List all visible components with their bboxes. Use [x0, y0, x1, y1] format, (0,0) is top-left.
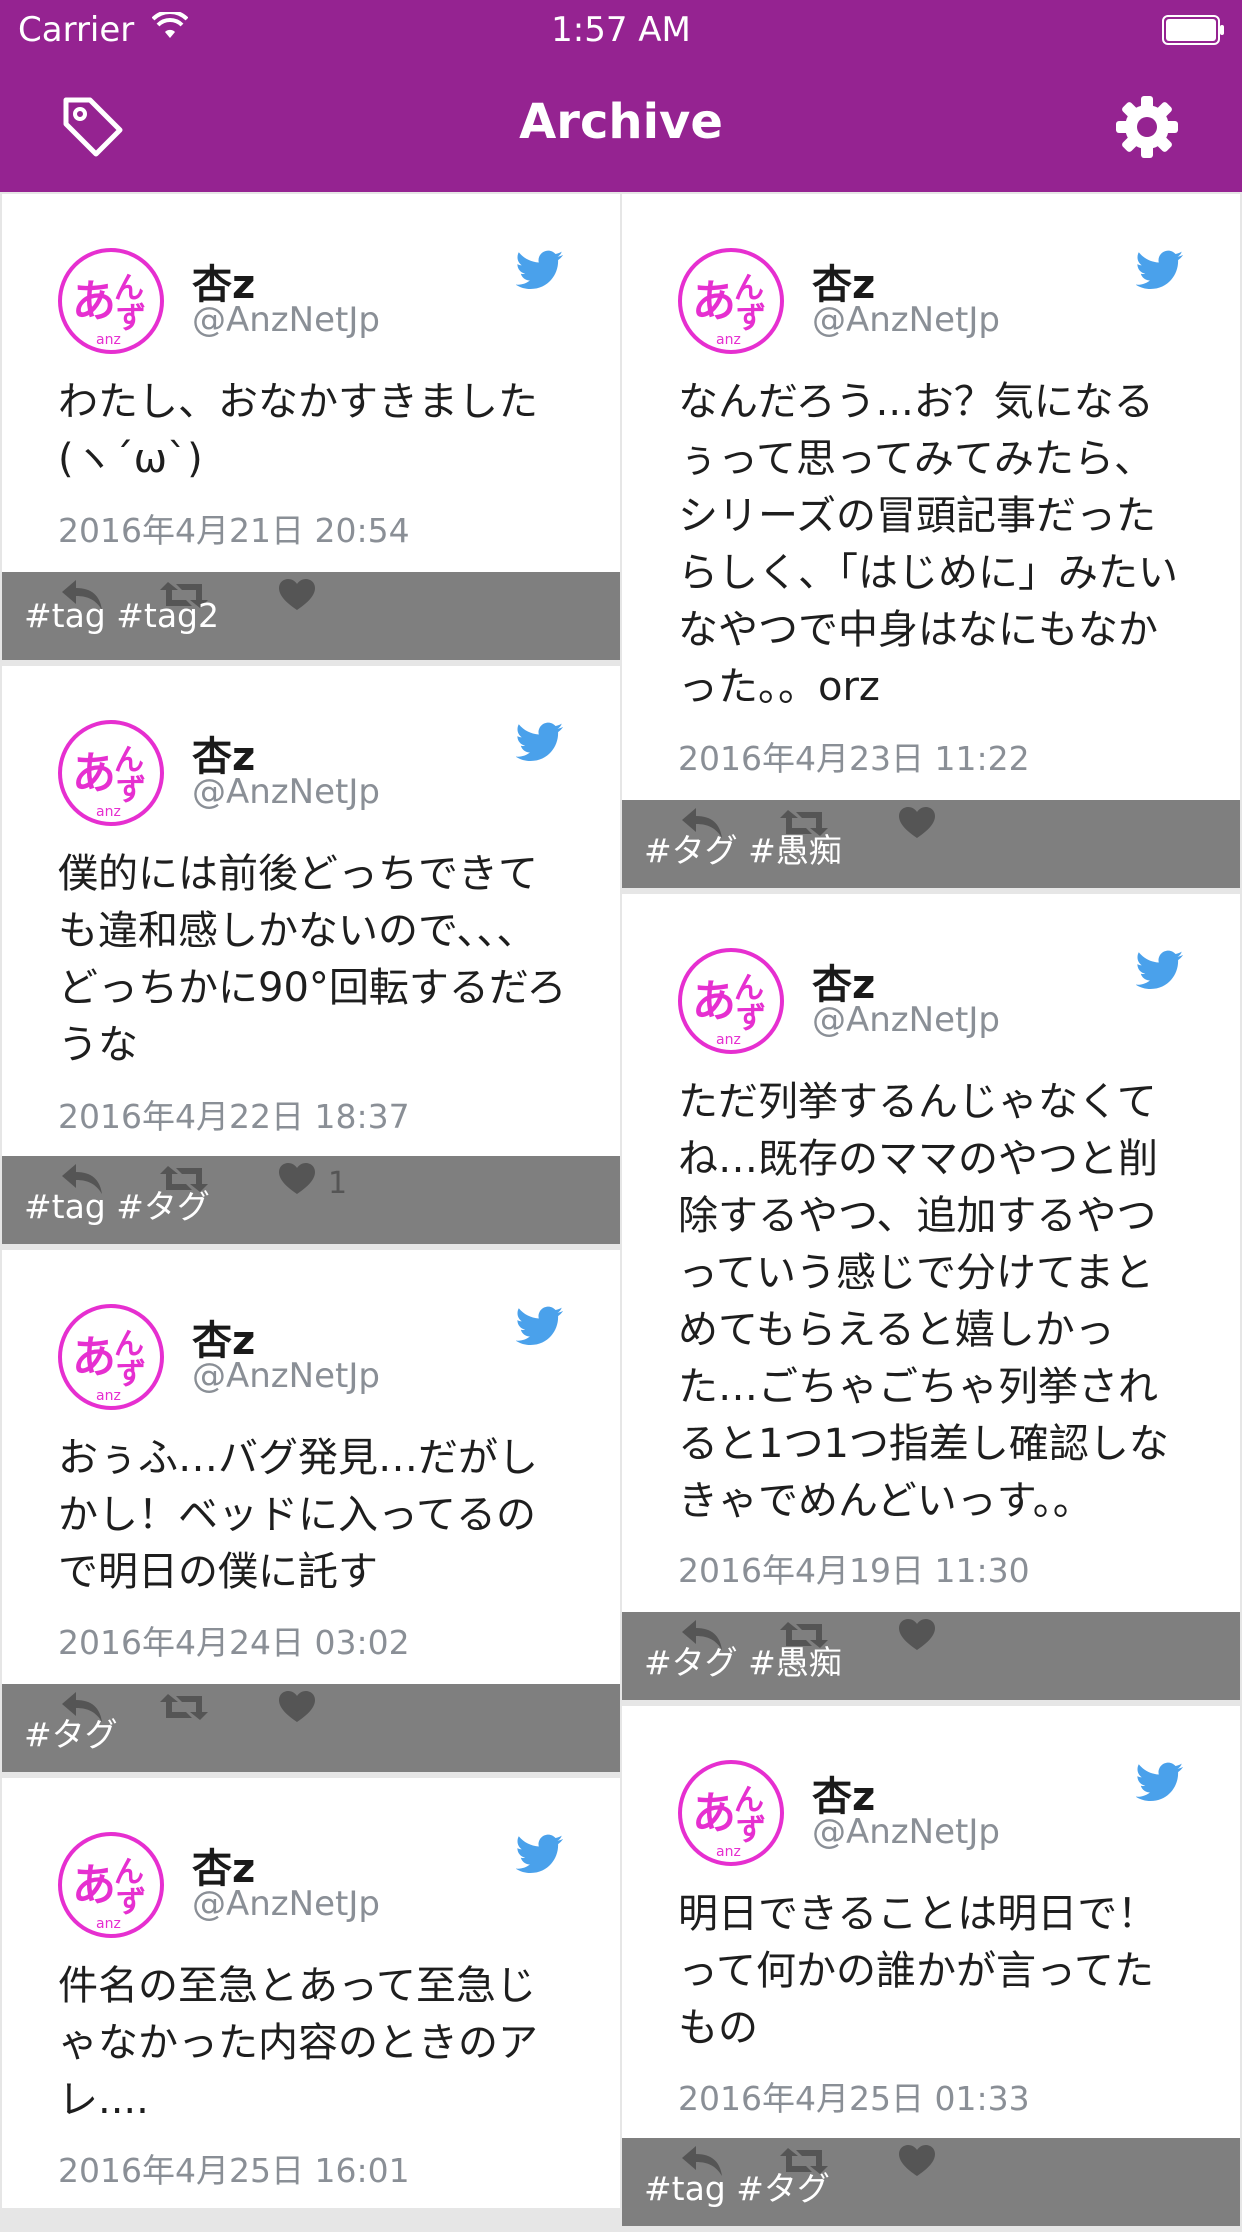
status-bar: Carrier 1:57 AM — [0, 0, 1242, 64]
tweet-card[interactable]: あんず anz 杏z @AnzNetJp ただ列挙するんじゃなくてね…既存のママの… — [622, 894, 1240, 1700]
svg-text:anz: anz — [96, 332, 121, 348]
svg-text:ず: ず — [116, 301, 146, 336]
tag-bar: 1 #tag #タグ — [2, 1156, 620, 1244]
tag-list: #tag #タグ — [24, 1187, 210, 1226]
avatar[interactable]: あんず anz — [678, 948, 784, 1054]
tweet-text: わたし、おなかすきました(ヽ´ω`) — [58, 379, 538, 482]
tweet-text: ただ列挙するんじゃなくてね…既存のママのやつと削除するやつ、追加するやつっていう… — [678, 1079, 1169, 1524]
heart-icon[interactable] — [898, 806, 936, 840]
svg-text:anz: anz — [96, 804, 121, 820]
status-time: 1:57 AM — [551, 10, 691, 50]
svg-text:ず: ず — [736, 1813, 766, 1848]
like-count: 1 — [328, 1166, 348, 1201]
heart-icon[interactable] — [898, 2144, 936, 2178]
user-handle: @AnzNetJp — [812, 1000, 1000, 1040]
tweet-card[interactable]: あんず anz 杏z @AnzNetJp 僕的には前後どっちできても違和感しかない… — [2, 666, 620, 1244]
tweet-text: なんだろう...お？気になるぅって思ってみてみたら、シリーズの冒頭記事だったらし… — [678, 379, 1178, 710]
tweet-column-right: あんず anz 杏z @AnzNetJp なんだろう...お？気になるぅって思って… — [622, 194, 1240, 2232]
twitter-bird-icon — [516, 1834, 563, 1873]
tag-list: #タグ #愚痴 — [644, 1643, 842, 1682]
avatar[interactable]: あんず anz — [678, 1760, 784, 1866]
retweet-icon[interactable] — [158, 1690, 210, 1724]
tag-bar: #タグ — [2, 1684, 620, 1772]
tweet-text: 明日できることは明日で！って何かの誰かが言ってたもの — [678, 1891, 1158, 2051]
svg-text:あ: あ — [72, 1332, 116, 1383]
user-handle: @AnzNetJp — [192, 1356, 380, 1396]
avatar[interactable]: あんず anz — [58, 1304, 164, 1410]
tweet-date: 2016年4月22日 18:37 — [58, 1097, 410, 1136]
twitter-bird-icon — [1136, 1762, 1183, 1801]
battery-icon — [1162, 15, 1224, 45]
tag-bar: #タグ #愚痴 — [622, 800, 1240, 888]
svg-text:ず: ず — [116, 1885, 146, 1920]
avatar[interactable]: あんず anz — [58, 248, 164, 354]
svg-text:ず: ず — [736, 301, 766, 336]
user-handle: @AnzNetJp — [192, 1884, 380, 1924]
svg-text:あ: あ — [72, 276, 116, 327]
gear-icon[interactable] — [1114, 94, 1180, 160]
svg-text:anz: anz — [716, 332, 741, 348]
tag-list: #tag #tag2 — [24, 596, 220, 635]
tweet-card[interactable]: あんず anz 杏z @AnzNetJp わたし、おなかすきました(ヽ´ω`) 2… — [2, 194, 620, 660]
twitter-bird-icon — [516, 250, 563, 289]
twitter-bird-icon — [516, 1306, 563, 1345]
twitter-bird-icon — [1136, 250, 1183, 289]
user-handle: @AnzNetJp — [812, 1812, 1000, 1852]
tag-bar: #tag #tag2 — [2, 572, 620, 660]
user-handle: @AnzNetJp — [192, 772, 380, 812]
svg-text:ず: ず — [116, 773, 146, 808]
tweet-card[interactable]: あんず anz 杏z @AnzNetJp 明日できることは明日で！って何かの誰かが… — [622, 1706, 1240, 2226]
svg-text:anz: anz — [96, 1916, 121, 1932]
tweet-date: 2016年4月19日 11:30 — [678, 1551, 1030, 1590]
user-handle: @AnzNetJp — [192, 300, 380, 340]
tweet-column-left: あんず anz 杏z @AnzNetJp わたし、おなかすきました(ヽ´ω`) 2… — [2, 194, 620, 2214]
svg-text:あ: あ — [692, 276, 736, 327]
svg-text:anz: anz — [96, 1388, 121, 1404]
svg-text:anz: anz — [716, 1844, 741, 1860]
tag-list: #タグ — [24, 1715, 118, 1754]
svg-text:あ: あ — [692, 976, 736, 1027]
tweet-text: 僕的には前後どっちできても違和感しかないので、、、どっちかに90°回転するだろう… — [58, 851, 567, 1068]
tag-bar: #タグ #愚痴 — [622, 1612, 1240, 1700]
avatar[interactable]: あんず anz — [678, 248, 784, 354]
svg-text:ず: ず — [736, 1001, 766, 1036]
tag-bar: #tag #タグ — [622, 2138, 1240, 2226]
navigation-bar: Archive — [0, 64, 1242, 192]
page-title: Archive — [519, 94, 723, 150]
tweet-date: 2016年4月24日 03:02 — [58, 1623, 410, 1662]
heart-icon[interactable] — [278, 1690, 316, 1724]
heart-icon[interactable] — [898, 1618, 936, 1652]
tweet-date: 2016年4月25日 16:01 — [58, 2151, 410, 2190]
heart-icon[interactable] — [278, 1162, 316, 1196]
svg-text:あ: あ — [72, 1860, 116, 1911]
svg-text:ず: ず — [116, 1357, 146, 1392]
tag-list: #tag #タグ — [644, 2169, 830, 2208]
avatar[interactable]: あんず anz — [58, 720, 164, 826]
avatar[interactable]: あんず anz — [58, 1832, 164, 1938]
twitter-bird-icon — [1136, 950, 1183, 989]
svg-text:anz: anz — [716, 1032, 741, 1048]
tweet-card[interactable]: あんず anz 杏z @AnzNetJp なんだろう...お？気になるぅって思って… — [622, 194, 1240, 888]
twitter-bird-icon — [516, 722, 563, 761]
heart-icon[interactable] — [278, 578, 316, 612]
tag-list: #タグ #愚痴 — [644, 831, 842, 870]
tweet-date: 2016年4月25日 01:33 — [678, 2079, 1030, 2118]
tweet-card[interactable]: あんず anz 杏z @AnzNetJp 件名の至急とあって至急じゃなかった内容の… — [2, 1778, 620, 2208]
user-handle: @AnzNetJp — [812, 300, 1000, 340]
tweet-text: 件名の至急とあって至急じゃなかった内容のときのアレ.... — [58, 1963, 538, 2123]
tweet-card[interactable]: あんず anz 杏z @AnzNetJp おぅふ…バグ発見…だがしかし！ベッドに入… — [2, 1250, 620, 1772]
svg-text:あ: あ — [692, 1788, 736, 1839]
tweet-date: 2016年4月23日 11:22 — [678, 739, 1030, 778]
svg-text:あ: あ — [72, 748, 116, 799]
tweet-text: おぅふ…バグ発見…だがしかし！ベッドに入ってるので明日の僕に託す — [58, 1435, 538, 1595]
tweet-date: 2016年4月21日 20:54 — [58, 511, 410, 550]
